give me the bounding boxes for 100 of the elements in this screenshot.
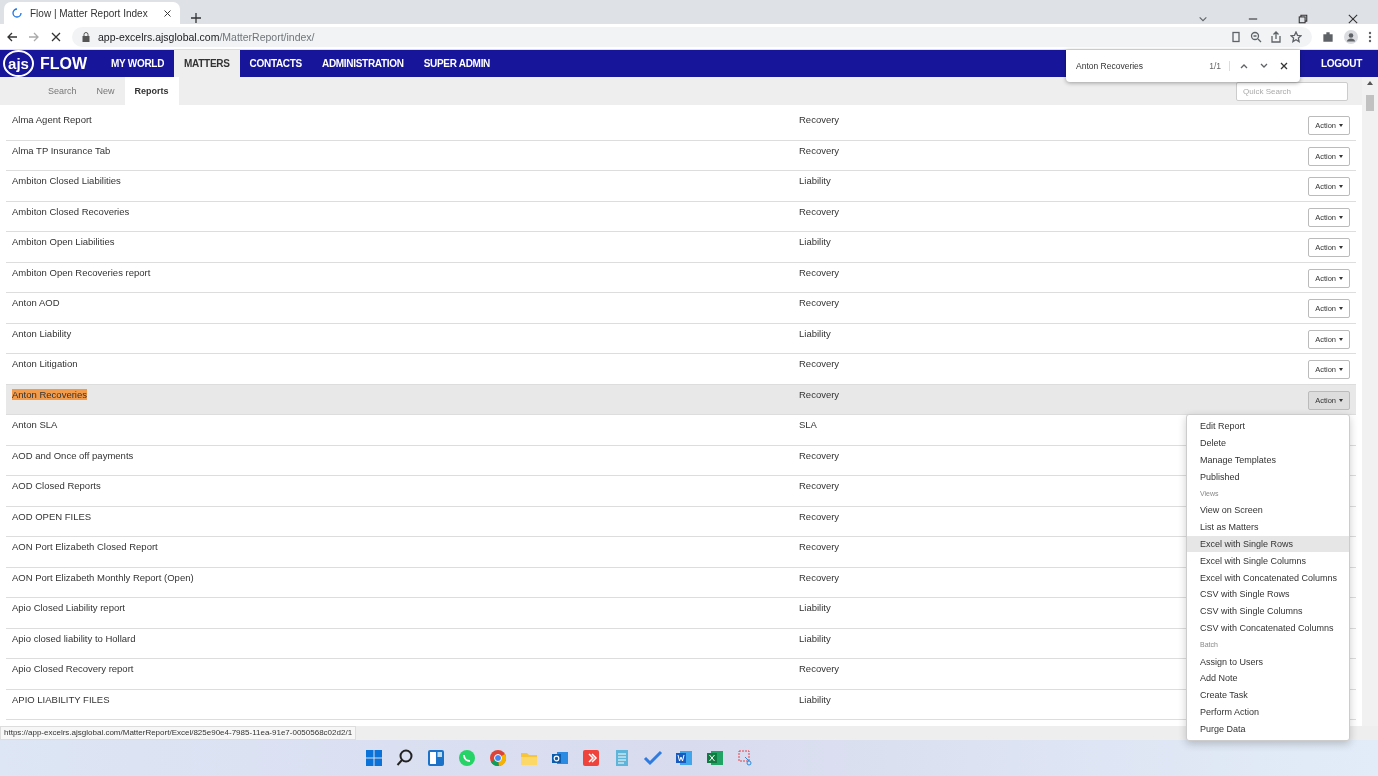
menu-item[interactable]: Add Note	[1187, 669, 1349, 687]
avatar-icon[interactable]	[1344, 29, 1358, 44]
report-name: AON Port Elizabeth Closed Report	[12, 541, 158, 552]
nav-item[interactable]: SUPER ADMIN	[413, 50, 501, 77]
address-bar[interactable]: app-excelrs.ajsglobal.com/MatterReport/index/	[72, 26, 1312, 47]
report-type: Recovery	[799, 510, 840, 522]
report-name: Anton Liability	[12, 327, 72, 339]
report-type: Recovery	[799, 266, 840, 278]
scrollbar-thumb[interactable]	[1366, 95, 1374, 111]
url-text: app-excelrs.ajsglobal.com/MatterReport/index/	[98, 30, 315, 43]
report-type: Recovery	[799, 114, 840, 125]
status-url: https://app-excelrs.ajsglobal.com/MatterReport/Excel/825e90e4-7985-11ea-91e7-0050568c02d2/1	[0, 726, 357, 740]
report-type: Liability	[799, 236, 831, 247]
zoom-out-icon[interactable]	[1250, 30, 1262, 43]
caret-icon	[1339, 185, 1343, 188]
close-icon[interactable]	[1278, 60, 1290, 72]
report-type: Recovery	[799, 541, 840, 552]
report-type: Recovery	[799, 144, 840, 156]
report-name: Apio closed liability to Hollard	[12, 632, 136, 644]
menu-item[interactable]: Manage Templates	[1187, 451, 1349, 469]
report-name: Anton AOD	[12, 297, 60, 308]
report-name: Ambiton Open Recoveries report	[12, 266, 151, 278]
scroll-up-icon[interactable]	[1367, 81, 1373, 85]
report-type: Liability	[799, 602, 831, 613]
menu-item[interactable]: Excel with Single Columns	[1187, 552, 1349, 570]
start-icon[interactable]	[363, 747, 385, 769]
report-type: SLA	[799, 419, 817, 430]
menu-item[interactable]: Excel with Concatenated Columns	[1187, 569, 1349, 586]
menu-item[interactable]: Purge Data	[1187, 720, 1349, 738]
nav-item[interactable]: CONTACTS	[239, 50, 312, 77]
menu-item[interactable]: Perform Action	[1187, 703, 1349, 721]
report-type: Recovery	[799, 663, 840, 674]
report-type: Liability	[799, 632, 831, 644]
back-icon[interactable]	[6, 30, 18, 43]
report-name: Alma TP Insurance Tab	[12, 144, 111, 156]
report-type: Liability	[799, 693, 831, 705]
report-name: Apio Closed Recovery report	[12, 663, 134, 674]
report-name: Apio Closed Liability report	[12, 602, 125, 613]
match-count: 1/1	[1209, 61, 1230, 71]
caret-icon	[1339, 124, 1343, 127]
lock-icon	[82, 31, 90, 42]
caret-icon	[1339, 215, 1343, 219]
stop-icon[interactable]	[50, 30, 62, 43]
sub-tab[interactable]: Search	[38, 77, 87, 105]
report-name: Ambiton Closed Liabilities	[12, 175, 121, 186]
plus-icon[interactable]	[190, 12, 202, 24]
caret-icon	[1339, 307, 1343, 310]
remote-desktop-icon[interactable]	[580, 747, 602, 769]
star-icon[interactable]	[1290, 30, 1302, 43]
nav-item[interactable]: MATTERS	[174, 50, 240, 77]
browser-tab[interactable]: Flow | Matter Report Index	[4, 2, 180, 24]
find-query[interactable]: Anton Recoveries	[1076, 61, 1202, 71]
report-name: Ambiton Open Liabilities	[12, 236, 115, 247]
caret-icon	[1339, 154, 1343, 158]
report-type: Recovery	[799, 480, 840, 491]
report-type: Recovery	[799, 297, 840, 308]
report-name: APIO LIABILITY FILES	[12, 693, 110, 705]
report-name: AON Port Elizabeth Monthly Report (Open)	[12, 571, 194, 583]
report-type: Recovery	[799, 388, 840, 400]
caret-icon	[1339, 398, 1343, 402]
page-icon[interactable]	[1230, 30, 1242, 43]
caret-icon	[1339, 337, 1343, 341]
report-name: AOD OPEN FILES	[12, 510, 92, 522]
report-name: AOD Closed Reports	[12, 480, 101, 491]
sub-tab[interactable]: New	[86, 77, 125, 105]
caret-icon	[1339, 368, 1343, 371]
close-icon[interactable]	[163, 8, 172, 18]
chevron-down-icon[interactable]	[1198, 14, 1208, 24]
logout-link[interactable]: LOGOUT	[1321, 50, 1362, 77]
widgets-icon[interactable]	[425, 747, 447, 769]
report-name: Ambiton Closed Recoveries	[12, 205, 130, 217]
caret-icon	[1339, 276, 1343, 280]
loading-icon	[12, 8, 22, 18]
menu-item[interactable]: Edit Report	[1187, 418, 1349, 435]
report-name: Anton SLA	[12, 419, 58, 430]
report-type: Liability	[799, 175, 831, 186]
caret-icon	[1339, 246, 1343, 249]
scrollbar[interactable]	[1362, 77, 1378, 726]
report-type: Recovery	[799, 571, 840, 583]
report-type: Recovery	[799, 358, 840, 369]
report-name: Anton Recoveries	[12, 388, 87, 400]
tab-title: Flow | Matter Report Index	[30, 7, 149, 19]
quick-search-field[interactable]: Quick Search	[1236, 81, 1348, 101]
more-icon[interactable]	[1368, 30, 1372, 43]
menu-item[interactable]: Excel with Single Rows	[1187, 535, 1349, 553]
report-name: Alma Agent Report	[12, 114, 92, 125]
report-name: AOD and Once off payments	[12, 449, 134, 461]
sub-tab[interactable]: Reports	[124, 77, 179, 105]
restore-icon[interactable]	[1298, 14, 1308, 24]
nav-item[interactable]: MY WORLD	[101, 50, 175, 77]
close-icon[interactable]	[1348, 14, 1358, 24]
report-type: Recovery	[799, 205, 840, 217]
menu-item[interactable]: List as Matters	[1187, 518, 1349, 536]
brand-name: FLOW	[39, 53, 89, 74]
browser-icon[interactable]	[487, 747, 509, 769]
report-type: Liability	[799, 327, 831, 339]
share-icon[interactable]	[1270, 30, 1282, 43]
nav-item[interactable]: ADMINISTRATION	[312, 50, 414, 77]
menu-item[interactable]: CSV with Single Columns	[1187, 602, 1349, 620]
report-type: Recovery	[799, 449, 840, 461]
